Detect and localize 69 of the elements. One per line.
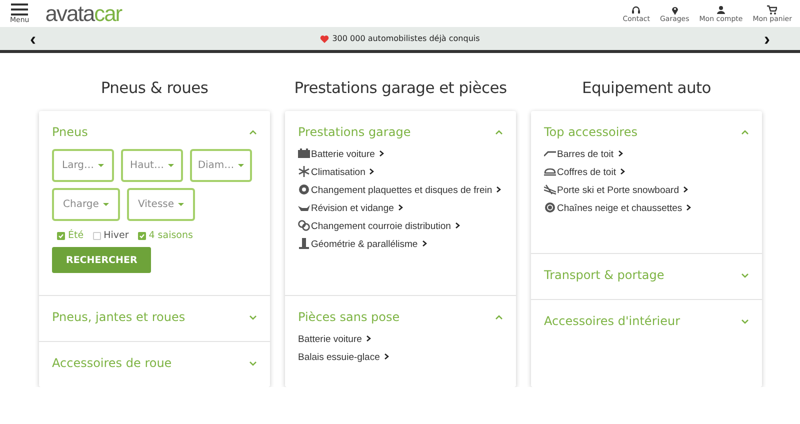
location-pin-icon [670, 4, 680, 14]
chevron-down-icon [249, 314, 257, 320]
dropdown[interactable]: Charge [52, 188, 120, 221]
caret-icon [102, 203, 109, 206]
caret-icon [178, 203, 184, 206]
link[interactable]: Batterie voiture [298, 333, 503, 346]
chevron-up-icon [741, 130, 749, 134]
link[interactable]: Changement plaquettes et disques de frein [298, 184, 503, 197]
dropdown[interactable]: Diam… [190, 149, 252, 182]
checkbox[interactable] [57, 232, 65, 240]
chevron-right-icon [454, 222, 460, 229]
link[interactable]: Coffres de toit [544, 166, 749, 179]
link[interactable]: Batterie voiture [298, 148, 503, 161]
brake-disc-icon [298, 184, 310, 195]
chevron-right-icon [496, 186, 502, 193]
caret-icon [238, 164, 244, 167]
link[interactable]: Porte ski et Porte snowboard [544, 184, 749, 197]
logo[interactable]: avatacar [45, 0, 122, 26]
menu-icon [11, 3, 28, 16]
car-lift-icon [298, 238, 310, 249]
chevron-up-icon [495, 130, 503, 134]
chevron-right-icon [422, 240, 427, 247]
link[interactable]: Climatisation [298, 166, 503, 179]
link[interactable]: Changement courroie distribution [298, 220, 503, 233]
link[interactable]: Révision et vidange [298, 202, 503, 215]
headset-icon [631, 4, 642, 14]
battery-icon [298, 148, 310, 159]
checkbox-label: Hiver [104, 230, 129, 241]
chevron-right-icon [686, 204, 692, 211]
link[interactable]: Chaînes neige et chaussettes [544, 202, 749, 215]
chevron-right-icon [366, 335, 371, 342]
column-title: Pneus & roues [100, 79, 210, 97]
dropdown[interactable]: Haut… [121, 149, 183, 182]
chevron-right-icon [620, 168, 625, 175]
caret-icon [98, 164, 104, 167]
cart-icon [767, 4, 778, 14]
chevron-down-icon [741, 272, 749, 278]
tyre-icon [544, 202, 556, 213]
checkbox-label: Été [68, 230, 84, 241]
column-title: Prestations garage et pièces [293, 79, 508, 97]
roof-box-icon [544, 166, 556, 177]
link[interactable]: Balais essuie-glace [298, 351, 503, 364]
chevron-down-icon [249, 360, 257, 366]
next-button[interactable]: › [764, 30, 770, 48]
checkbox[interactable] [138, 232, 146, 240]
previous-button[interactable]: ‹ [30, 30, 36, 48]
dropdown[interactable]: Vitesse [127, 188, 195, 221]
chevron-right-icon [682, 186, 688, 193]
chevron-up-icon [495, 314, 503, 320]
snowflake-icon [298, 166, 310, 177]
user-icon [716, 4, 726, 14]
chevron-right-icon [384, 353, 389, 360]
link[interactable]: Barres de toit [544, 148, 749, 161]
heart-icon [320, 34, 330, 42]
chevron-right-icon [378, 150, 384, 157]
dropdown[interactable]: Larg… [52, 149, 114, 182]
belt-icon [298, 220, 310, 231]
caret-icon [168, 164, 174, 167]
banner-text: 300 000 automobilistes déjà conquis [332, 34, 480, 43]
chevron-right-icon [369, 168, 374, 175]
checkbox-label: 4 saisons [148, 230, 193, 241]
ski-icon [544, 184, 556, 195]
link[interactable]: Géométrie & parallélisme [298, 238, 503, 251]
chevron-down-icon [741, 318, 749, 324]
chevron-up-icon [249, 130, 257, 134]
checkbox[interactable] [92, 232, 101, 240]
chevron-right-icon [618, 150, 622, 157]
chevron-right-icon [398, 204, 403, 211]
column-title: Equipement auto [581, 79, 712, 97]
